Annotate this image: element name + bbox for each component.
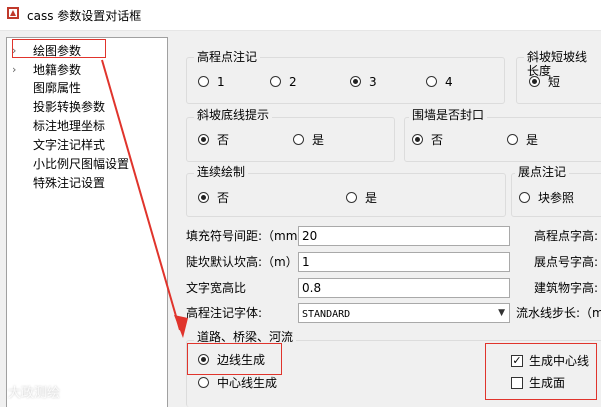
- watermark-text: 大政测绘: [8, 386, 61, 401]
- arrow-annotation-icon: [101, 59, 188, 338]
